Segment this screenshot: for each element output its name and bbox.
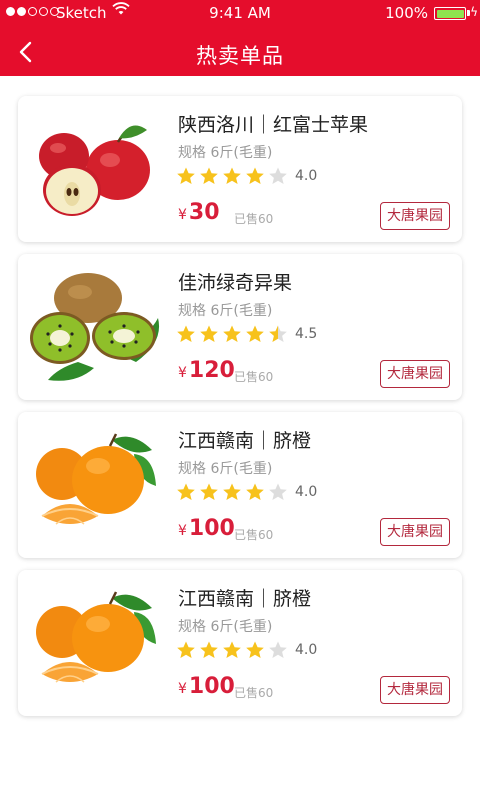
product-name[interactable]: 江西赣南｜脐橙 (178, 584, 311, 611)
star-filled-icon (177, 483, 195, 500)
star-filled-icon (223, 641, 241, 658)
product-name[interactable]: 陕西洛川｜红富士苹果 (178, 110, 368, 137)
rating-stars: 4.5 (176, 324, 317, 344)
currency-symbol: ¥ (178, 681, 187, 697)
price-amount: 30 (188, 200, 220, 225)
product-price: ¥30 (178, 200, 220, 225)
rating-stars: 4.0 (176, 640, 317, 660)
star-filled-icon (177, 641, 195, 658)
star-filled-icon (246, 641, 264, 658)
star-filled-icon (177, 167, 195, 184)
product-name[interactable]: 佳沛绿奇异果 (178, 268, 292, 295)
apple-image[interactable] (26, 114, 166, 224)
star-filled-icon (246, 167, 264, 184)
star-filled-icon (177, 325, 195, 342)
star-filled-icon (200, 641, 218, 658)
rating-stars: 4.0 (176, 482, 317, 502)
currency-symbol: ¥ (178, 207, 187, 223)
rating-score: 4.0 (295, 484, 318, 500)
product-spec: 规格 6斤(毛重) (178, 619, 273, 635)
store-button[interactable]: 大唐果园 (380, 360, 450, 388)
battery-percent: 100% (385, 4, 428, 22)
star-empty-icon (269, 483, 287, 500)
product-price: ¥120 (178, 358, 235, 383)
rating-score: 4.5 (295, 326, 318, 342)
charging-icon: ϟ (470, 5, 478, 19)
currency-symbol: ¥ (178, 523, 187, 539)
star-filled-icon (223, 483, 241, 500)
store-button[interactable]: 大唐果园 (380, 518, 450, 546)
product-spec: 规格 6斤(毛重) (178, 303, 273, 319)
product-card[interactable]: 佳沛绿奇异果 规格 6斤(毛重) 4.5 ¥120 已售60 大唐果园 (18, 254, 462, 400)
product-spec: 规格 6斤(毛重) (178, 145, 273, 161)
product-price: ¥100 (178, 674, 235, 699)
product-price: ¥100 (178, 516, 235, 541)
battery-icon (434, 7, 466, 20)
header: Sketch 9:41 AM 100% ϟ 热卖单品 (0, 0, 480, 76)
star-filled-icon (246, 483, 264, 500)
product-name[interactable]: 江西赣南｜脐橙 (178, 426, 311, 453)
currency-symbol: ¥ (178, 365, 187, 381)
orange-image[interactable] (26, 430, 166, 540)
store-button[interactable]: 大唐果园 (380, 202, 450, 230)
star-half-icon (269, 325, 287, 342)
product-card[interactable]: 陕西洛川｜红富士苹果 规格 6斤(毛重) 4.0 ¥30 已售60 大唐果园 (18, 96, 462, 242)
sold-count: 已售60 (234, 528, 274, 542)
star-filled-icon (200, 483, 218, 500)
sold-count: 已售60 (234, 212, 274, 226)
status-bar: Sketch 9:41 AM 100% ϟ (0, 0, 480, 26)
product-card[interactable]: 江西赣南｜脐橙 规格 6斤(毛重) 4.0 ¥100 已售60 大唐果园 (18, 412, 462, 558)
sold-count: 已售60 (234, 686, 274, 700)
star-empty-icon (269, 167, 287, 184)
rating-score: 4.0 (295, 642, 318, 658)
sold-count: 已售60 (234, 370, 274, 384)
price-amount: 100 (188, 516, 235, 541)
product-spec: 规格 6斤(毛重) (178, 461, 273, 477)
star-filled-icon (246, 325, 264, 342)
page-title: 热卖单品 (196, 44, 284, 68)
star-empty-icon (269, 641, 287, 658)
product-card[interactable]: 江西赣南｜脐橙 规格 6斤(毛重) 4.0 ¥100 已售60 大唐果园 (18, 570, 462, 716)
rating-score: 4.0 (295, 168, 318, 184)
store-button[interactable]: 大唐果园 (380, 676, 450, 704)
star-filled-icon (223, 167, 241, 184)
rating-stars: 4.0 (176, 166, 317, 186)
kiwi-image[interactable] (26, 272, 166, 382)
orange-image[interactable] (26, 588, 166, 698)
price-amount: 100 (188, 674, 235, 699)
price-amount: 120 (188, 358, 235, 383)
star-filled-icon (200, 167, 218, 184)
star-filled-icon (223, 325, 241, 342)
star-filled-icon (200, 325, 218, 342)
